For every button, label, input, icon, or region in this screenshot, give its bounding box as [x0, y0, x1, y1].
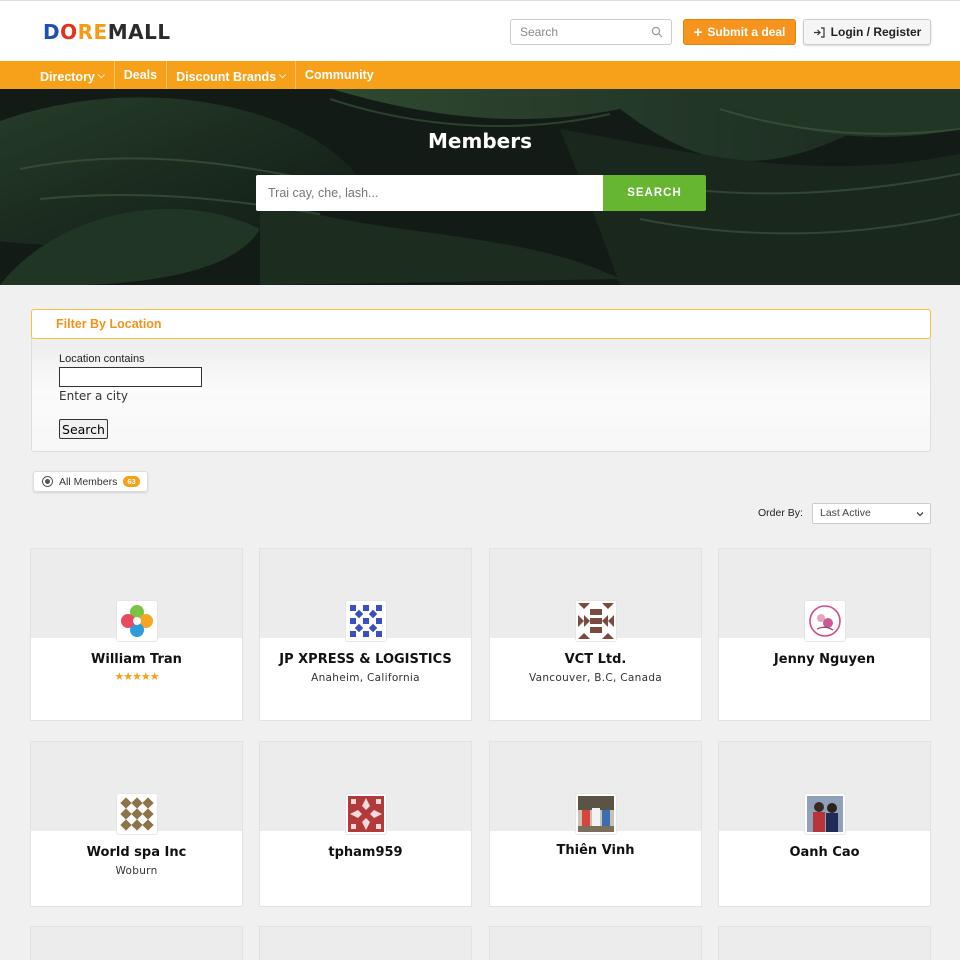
top-header: D O RE MALL + Submit a deal Login / Regi… [0, 0, 960, 61]
avatar[interactable] [116, 793, 158, 835]
header-search [510, 19, 672, 45]
page-title: Members [428, 129, 532, 153]
radio-icon [42, 476, 53, 487]
chevron-down-icon [916, 512, 924, 517]
nav-item-discount-brands[interactable]: Discount Brands ⌵ [167, 61, 296, 89]
search-icon[interactable] [651, 26, 663, 38]
logo-letter-o: O [60, 20, 78, 44]
plus-icon: + [693, 23, 703, 41]
member-card[interactable] [30, 926, 243, 960]
member-card[interactable]: JP XPRESS & LOGISTICS Anaheim, Californi… [259, 548, 472, 721]
logo-letters-mall: MALL [107, 20, 171, 44]
member-card[interactable]: VCT Ltd. Vancouver, B.C, Canada [489, 548, 702, 721]
pattern-avatar-icon [578, 603, 614, 639]
nav-label: Discount Brands [176, 70, 277, 84]
member-name[interactable]: World spa Inc [31, 845, 242, 860]
nav-label: Directory [40, 70, 95, 84]
sign-in-icon [813, 26, 825, 38]
nav-item-deals[interactable]: Deals [115, 61, 168, 89]
location-label: Location contains [59, 353, 145, 365]
logo-letters-re: RE [77, 20, 108, 44]
avatar[interactable] [804, 600, 846, 642]
photo-avatar-icon [807, 796, 843, 832]
circle-logo-avatar-icon [807, 603, 843, 639]
login-register-label: Login / Register [830, 25, 922, 39]
tab-label: All Members [59, 475, 118, 488]
order-by-value: Last Active [820, 507, 871, 519]
member-name[interactable]: VCT Ltd. [490, 652, 701, 667]
avatar[interactable] [575, 793, 617, 835]
filter-panel: Filter By Location Location contains Ent… [31, 309, 931, 452]
member-name[interactable]: Oanh Cao [719, 845, 930, 860]
hero-banner: Members SEARCH [0, 89, 960, 285]
order-by-select[interactable]: Last Active [812, 503, 931, 524]
avatar[interactable] [345, 600, 387, 642]
member-location: Vancouver, B.C, Canada [528, 672, 663, 684]
member-location: Woburn [115, 865, 158, 877]
avatar[interactable] [575, 600, 617, 642]
login-register-button[interactable]: Login / Register [803, 19, 931, 45]
filter-title[interactable]: Filter By Location [31, 309, 931, 339]
photo-avatar-icon [578, 796, 614, 832]
member-card[interactable] [489, 926, 702, 960]
nav-item-community[interactable]: Community [296, 61, 383, 89]
member-card[interactable]: William Tran ★★★★★ [30, 548, 243, 721]
pattern-avatar-icon [348, 603, 384, 639]
main-nav: Directory ⌵ Deals Discount Brands ⌵ Commun… [0, 61, 960, 89]
site-logo[interactable]: D O RE MALL [43, 20, 171, 44]
nav-label: Community [304, 68, 374, 82]
member-name[interactable]: William Tran [31, 652, 242, 667]
chevron-down-icon: ⌵ [97, 70, 105, 80]
member-name[interactable]: JP XPRESS & LOGISTICS [260, 652, 471, 667]
logo-letter-d: D [43, 20, 61, 44]
filter-search-button[interactable]: Search [59, 419, 108, 439]
avatar[interactable] [345, 793, 387, 835]
member-card[interactable]: World spa Inc Woburn [30, 741, 243, 907]
pattern-avatar-icon [119, 796, 155, 832]
member-search-button[interactable]: SEARCH [603, 175, 706, 211]
tab-all-members[interactable]: All Members 63 [33, 471, 148, 492]
member-card[interactable]: Oanh Cao [718, 741, 931, 907]
location-hint: Enter a city [59, 389, 128, 403]
chevron-down-icon: ⌵ [279, 70, 286, 80]
order-by-label: Order By: [758, 507, 803, 519]
member-card[interactable]: Thiên Vinh [489, 741, 702, 907]
avatar[interactable] [116, 600, 158, 642]
location-input[interactable] [59, 367, 202, 387]
header-search-input[interactable] [520, 25, 650, 39]
member-count-badge: 63 [123, 476, 140, 487]
member-location: Anaheim, California [311, 672, 420, 684]
member-name[interactable]: Jenny Nguyen [719, 652, 930, 667]
flower-logo-icon [121, 605, 153, 637]
pattern-avatar-icon [348, 796, 384, 832]
member-search-input[interactable] [256, 175, 604, 211]
member-card[interactable]: Jenny Nguyen [718, 548, 931, 721]
avatar[interactable] [804, 793, 846, 835]
member-name[interactable]: tpham959 [260, 845, 471, 860]
rating-stars: ★★★★★ [114, 671, 159, 683]
nav-item-directory[interactable]: Directory ⌵ [31, 61, 115, 89]
nav-label: Deals [123, 68, 158, 82]
member-card[interactable]: tpham959 [259, 741, 472, 907]
member-card[interactable] [718, 926, 931, 960]
submit-deal-label: Submit a deal [707, 25, 786, 39]
member-card[interactable] [259, 926, 472, 960]
member-name[interactable]: Thiên Vinh [490, 843, 701, 858]
submit-deal-button[interactable]: + Submit a deal [683, 19, 796, 45]
